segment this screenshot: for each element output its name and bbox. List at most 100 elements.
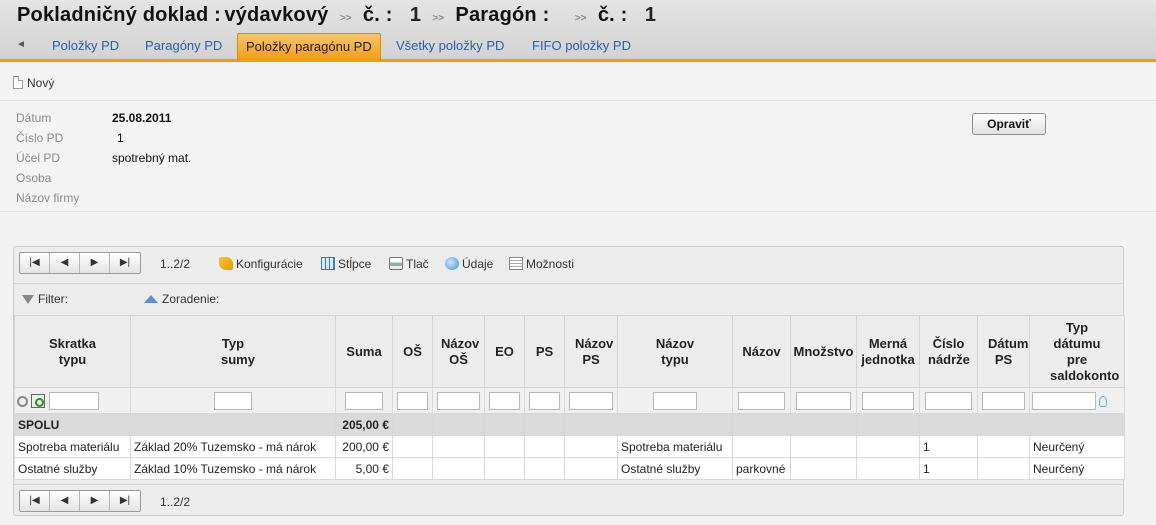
cell-suma: 5,00 € [335, 457, 393, 480]
total-row: SPOLU 205,00 € [14, 413, 1125, 436]
edit-button[interactable]: Opraviť [972, 113, 1046, 135]
filter-cell [617, 387, 733, 414]
prev-page-icon[interactable]: ◀ [50, 253, 80, 273]
next-page-icon[interactable]: ▶ [80, 253, 110, 273]
col-header[interactable]: Názov [732, 315, 791, 388]
cell-ps [524, 457, 565, 480]
search-green-icon[interactable] [31, 394, 46, 408]
sort-triangle-icon [144, 295, 158, 303]
col-header[interactable]: Dátum PS [977, 315, 1030, 388]
filter-cell [564, 387, 618, 414]
filter-input-eo[interactable] [488, 391, 521, 410]
field-label: Názov firmy [16, 191, 80, 205]
title-type: výdavkový [224, 4, 329, 26]
col-header[interactable]: OŠ [392, 315, 433, 388]
new-button[interactable]: Nový [13, 75, 54, 91]
table-row[interactable]: Ostatné služby Základ 10% Tuzemsko - má … [14, 457, 1125, 480]
sort-toggle[interactable]: Zoradenie: [144, 292, 219, 306]
filter-label: Filter: [38, 292, 68, 306]
search-icon[interactable] [17, 396, 28, 407]
col-header[interactable]: Názov OŠ [432, 315, 485, 388]
filter-input-merna-jednotka[interactable] [861, 391, 915, 410]
separator: >> [339, 13, 352, 24]
config-button[interactable]: Konfigurácie [219, 256, 303, 272]
cell-cislo-nadrze: 1 [919, 435, 978, 458]
last-page-icon[interactable]: ▶| [110, 253, 140, 273]
filter-cell [1029, 387, 1125, 414]
filter-input-suma[interactable] [345, 391, 383, 410]
tab-polozky-pd[interactable]: Položky PD [44, 33, 127, 59]
cell-nazov-os [432, 435, 485, 458]
cell-mnozstvo [790, 435, 857, 458]
tab-paragony-pd[interactable]: Paragóny PD [137, 33, 230, 59]
next-page-icon[interactable]: ▶ [80, 491, 110, 511]
lightbulb-icon[interactable] [1099, 396, 1108, 407]
filter-input-mnozstvo[interactable] [796, 391, 851, 410]
filter-input-nazov-ps[interactable] [569, 391, 613, 410]
col-header[interactable]: Typ sumy [130, 315, 336, 388]
filter-input-typ-datumu[interactable] [1032, 391, 1096, 410]
filter-toggle[interactable]: Filter: [22, 292, 68, 306]
cell-nazov-ps [564, 457, 618, 480]
cell-suma: 200,00 € [335, 435, 393, 458]
col-header[interactable]: Skratka typu [14, 315, 131, 388]
grid-footer: |◀ ◀ ▶ ▶| 1..2/2 [14, 484, 1123, 516]
grid-toolbar: |◀ ◀ ▶ ▶| 1..2/2 Konfigurácie Stĺpce Tla… [14, 247, 1123, 281]
col-header[interactable]: PS [524, 315, 565, 388]
field-value: 1 [117, 131, 124, 145]
new-document-icon [13, 76, 23, 89]
tab-polozky-paragonu-pd[interactable]: Položky paragónu PD [237, 33, 381, 60]
columns-button[interactable]: Stĺpce [321, 256, 371, 272]
col-header[interactable]: Suma [335, 315, 393, 388]
filter-cell [977, 387, 1030, 414]
printer-icon [389, 257, 403, 270]
filter-input-nazov-os[interactable] [437, 391, 480, 410]
filter-bar: Filter: Zoradenie: [14, 283, 1123, 313]
col-header[interactable]: Číslo nádrže [919, 315, 978, 388]
last-page-icon[interactable]: ▶| [110, 491, 140, 511]
filter-cell [484, 387, 525, 414]
col-header[interactable]: Názov typu [617, 315, 733, 388]
tab-fifo-polozky-pd[interactable]: FIFO položky PD [524, 33, 639, 59]
filter-cell [335, 387, 393, 414]
options-button[interactable]: Možnosti [509, 256, 574, 272]
total-label: SPOLU [14, 413, 131, 436]
cell-nazov: parkovné [732, 457, 791, 480]
first-page-icon[interactable]: |◀ [20, 491, 50, 511]
prev-page-icon[interactable]: ◀ [50, 491, 80, 511]
data-button[interactable]: Údaje [445, 256, 493, 272]
filter-input-nazov[interactable] [737, 391, 786, 410]
filter-input-typ-sumy[interactable] [214, 391, 252, 410]
col-header[interactable]: Typ dátumu pre saldokonto [1029, 315, 1125, 388]
toolbar: Nový [0, 65, 1156, 101]
filter-input-datum-ps[interactable] [982, 391, 1025, 410]
filter-cell [14, 387, 131, 414]
tab-back-arrow-icon[interactable]: ◄ [16, 39, 30, 50]
col-header[interactable]: Názov PS [564, 315, 618, 388]
cell-mnozstvo [790, 457, 857, 480]
sort-label: Zoradenie: [162, 292, 220, 306]
filter-input-skratka[interactable] [48, 391, 99, 410]
title-doc: Pokladničný doklad : [17, 4, 222, 26]
cell-nazov [732, 435, 791, 458]
filter-cell [856, 387, 920, 414]
cell-skratka: Spotreba materiálu [14, 435, 131, 458]
filter-cell [524, 387, 565, 414]
pager: |◀ ◀ ▶ ▶| [19, 252, 141, 274]
print-button[interactable]: Tlač [389, 256, 429, 272]
options-icon [509, 257, 523, 270]
cell-ps [524, 435, 565, 458]
tab-vsetky-polozky-pd[interactable]: Všetky položky PD [388, 33, 512, 59]
cell-os [392, 457, 433, 480]
col-header[interactable]: EO [484, 315, 525, 388]
filter-input-nazov-typu[interactable] [653, 391, 697, 410]
cell-nazov-typu: Spotreba materiálu [617, 435, 733, 458]
first-page-icon[interactable]: |◀ [20, 253, 50, 273]
separator: >> [574, 13, 587, 24]
col-header[interactable]: Množstvo [790, 315, 857, 388]
table-row[interactable]: Spotreba materiálu Základ 20% Tuzemsko -… [14, 435, 1125, 458]
filter-input-ps[interactable] [528, 391, 561, 410]
filter-input-cislo-nadrze[interactable] [924, 391, 973, 410]
col-header[interactable]: Merná jednotka [856, 315, 920, 388]
filter-input-os[interactable] [396, 391, 429, 410]
